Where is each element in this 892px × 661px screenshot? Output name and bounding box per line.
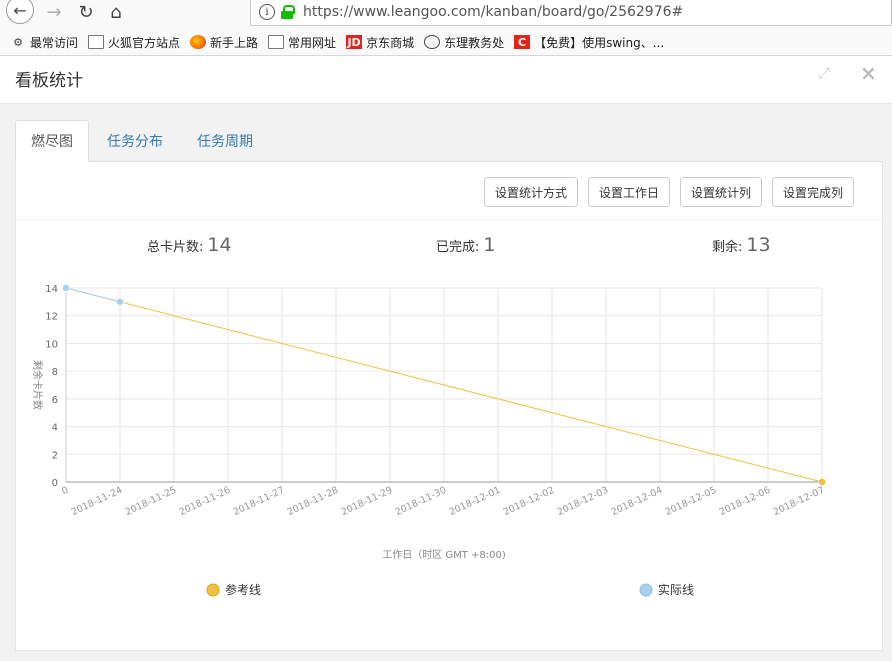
y-tick-label: 10 [45,339,58,350]
browser-toolbar: ← → ↻ ⌂ i https://www.leangoo.com/kanban… [0,0,892,56]
x-tick-label: 2018-12-05 [664,485,719,518]
x-tick-label: 2018-12-02 [502,485,557,518]
bookmark-firefox-site[interactable]: 火狐官方站点 [88,34,180,51]
bookmark-most-visited[interactable]: ⚙ 最常访问 [10,34,78,51]
modal-title: 看板统计 [15,71,83,91]
home-icon: ⌂ [110,1,122,23]
legend-marker [639,583,653,597]
forward-arrow-icon: → [46,1,62,23]
set-stat-columns-button[interactable]: 设置统计列 [680,177,763,207]
y-tick-label: 2 [52,450,58,461]
tab-task-distribution[interactable]: 任务分布 [92,120,178,162]
y-tick-label: 14 [45,284,58,295]
x-tick-label: 2018-12-06 [718,485,773,518]
legend-marker [206,583,220,597]
back-button[interactable]: ← [4,0,36,24]
bookmark-jd[interactable]: JD 京东商城 [346,34,414,51]
globe-icon [424,35,441,49]
board-stats-modal: 看板统计 ⤢ × 燃尽图 任务分布 任务周期 设置统计方式 设置工作日 设置统计… [0,56,892,661]
bookmark-free-swing[interactable]: C 【免费】使用swing、... [514,34,664,51]
tab-bar: 燃尽图 任务分布 任务周期 [15,120,883,162]
series-line-1 [65,287,121,303]
y-axis-label: 剩余卡片数 [31,360,44,410]
folder-icon [268,35,285,49]
forward-button[interactable]: → [42,0,66,24]
burndown-chart: 024681012140 2018-11-24 2018-11-25 2018-11-… [31,284,827,597]
expand-icon[interactable]: ⤢ [818,64,836,82]
bookmark-common-sites[interactable]: 常用网址 [268,34,336,51]
folder-icon [88,35,105,49]
y-tick-label: 4 [52,423,58,434]
x-tick-label: 2018-12-03 [556,485,611,518]
x-tick-label: 2018-11-30 [394,485,449,518]
lock-icon [281,5,295,19]
x-tick-label: 2018-11-29 [340,485,395,518]
csdn-icon: C [514,35,531,49]
set-stat-method-button[interactable]: 设置统计方式 [484,177,579,207]
close-icon[interactable]: × [860,61,878,85]
x-tick-label: 2018-11-24 [70,485,125,518]
x-tick-label: 2018-12-01 [448,485,503,518]
x-tick-label: 2018-11-25 [124,485,179,518]
info-icon[interactable]: i [259,4,275,20]
firefox-icon [190,35,207,49]
y-tick-label: 8 [52,367,58,378]
x-axis-label: 工作日（时区 GMT +8:00) [382,549,506,561]
reload-icon: ↻ [78,1,94,23]
bookmarks-bar: ⚙ 最常访问 火狐官方站点 新手上路 常用网址 JD 京东商城 东理教务处 C 【免费… [0,30,664,54]
bookmark-getting-started[interactable]: 新手上路 [190,34,258,51]
x-tick-label: 2018-12-07 [772,485,827,518]
set-done-column-button[interactable]: 设置完成列 [772,177,855,207]
legend-label: 参考线 [225,582,261,597]
tab-task-cycle[interactable]: 任务周期 [182,120,268,162]
reload-button[interactable]: ↻ [74,0,98,24]
gear-icon: ⚙ [13,35,23,49]
series-point [818,478,826,486]
set-workdays-button[interactable]: 设置工作日 [588,177,671,207]
burndown-panel: 设置统计方式 设置工作日 设置统计列 设置完成列 总卡片数: 14 已完成: 1… [15,162,883,651]
tab-burndown[interactable]: 燃尽图 [15,120,89,162]
modal-header: 看板统计 ⤢ × [0,56,892,104]
home-button[interactable]: ⌂ [104,0,128,24]
x-tick-label: 2018-11-26 [178,485,233,518]
x-tick-label: 2018-11-28 [286,485,341,518]
url-bar[interactable]: i https://www.leangoo.com/kanban/board/g… [250,0,892,26]
y-tick-label: 12 [45,312,58,323]
series-point [116,298,124,306]
bookmark-academic-office[interactable]: 东理教务处 [424,34,504,51]
y-tick-label: 6 [52,395,58,406]
settings-toolbar: 设置统计方式 设置工作日 设置统计列 设置完成列 [16,162,882,220]
back-arrow-icon: ← [6,0,34,24]
jd-icon: JD [346,35,363,49]
url-text[interactable]: https://www.leangoo.com/kanban/board/go/… [303,4,683,20]
y-tick-label: 0 [52,478,58,489]
legend-label: 实际线 [658,582,694,597]
series-point [62,284,70,292]
x-tick-label: 2018-11-27 [232,485,287,518]
x-tick-label: 2018-12-04 [610,485,665,518]
x-tick-label: 0 [60,485,70,498]
